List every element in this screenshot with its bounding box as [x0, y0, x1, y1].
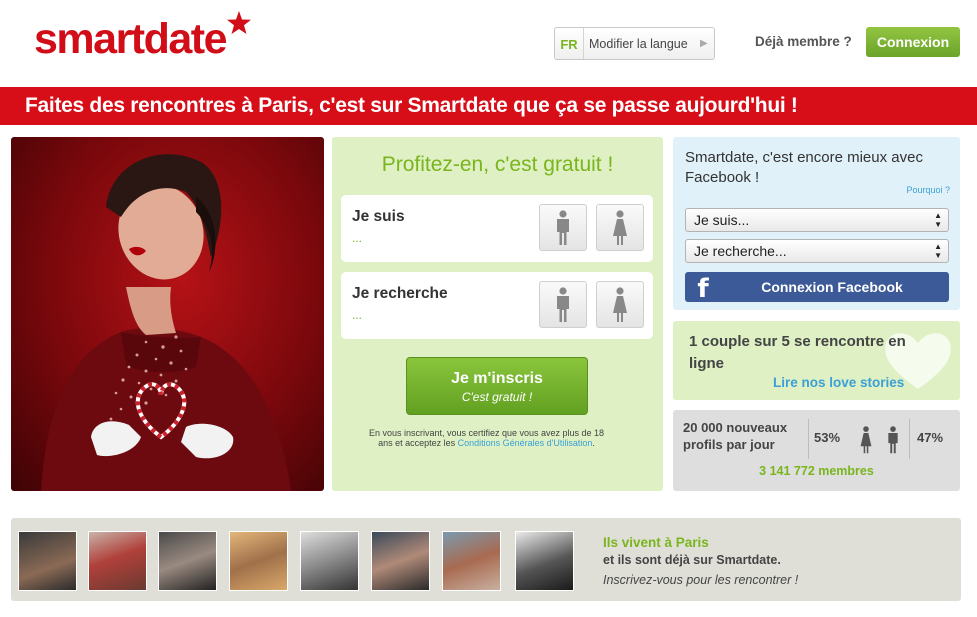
male-percent: 53%	[814, 430, 841, 445]
legal-notice: En vous inscrivant, vous certifiez que v…	[366, 428, 607, 448]
female-percent: 47%	[917, 430, 944, 445]
member-text: Déjà membre ?	[755, 34, 852, 49]
strip-cta[interactable]: Inscrivez-vous pour les rencontrer !	[603, 573, 798, 587]
star-icon	[227, 11, 252, 34]
member-count: 3 141 772 membres	[759, 464, 874, 478]
couple-stat: 1 couple sur 5 se rencontre en ligne	[689, 333, 906, 372]
members-strip: Ils vivent à Paris et ils sont déjà sur …	[11, 518, 961, 601]
member-photo[interactable]	[88, 531, 147, 591]
couple-panel: 1 couple sur 5 se rencontre en ligne Lir…	[673, 321, 960, 400]
i-am-label: Je suis	[352, 208, 405, 225]
i-am-dropdown[interactable]: Je suis... ▲ ▼	[685, 208, 949, 232]
language-label: Modifier la langue	[589, 36, 688, 51]
member-photo[interactable]	[515, 531, 574, 591]
strip-subtitle: et ils sont déjà sur Smartdate.	[603, 553, 781, 567]
language-selector[interactable]: FR Modifier la langue ▶	[554, 27, 715, 60]
language-code: FR	[555, 28, 584, 59]
facebook-connect-button[interactable]: f Connexion Facebook	[685, 272, 949, 302]
updown-arrow-icon: ▲ ▼	[934, 242, 942, 260]
new-profiles-text: 20 000 nouveaux profils par jour	[683, 420, 788, 452]
login-button[interactable]: Connexion	[866, 27, 960, 57]
register-button[interactable]: Je m'inscris C'est gratuit !	[406, 357, 588, 415]
terms-link[interactable]: Conditions Générales d'Utilisation	[458, 438, 593, 448]
signup-panel: Profitez-en, c'est gratuit ! Je suis ...…	[332, 137, 663, 491]
legal-end: .	[592, 438, 595, 448]
male-icon	[888, 426, 898, 454]
page: smartdate FR Modifier la langue ▶ Déjà m…	[0, 0, 977, 617]
divider	[909, 419, 910, 459]
love-stories-link[interactable]: Lire nos love stories	[773, 375, 904, 390]
i-am-selector: Je suis ...	[341, 195, 653, 262]
female-icon	[613, 209, 627, 245]
member-photo[interactable]	[300, 531, 359, 591]
i-am-value: ...	[352, 231, 363, 245]
member-photo[interactable]	[442, 531, 501, 591]
updown-arrow-icon: ▲ ▼	[934, 211, 942, 229]
facebook-title: Smartdate, c'est encore mieux avec Faceb…	[685, 149, 923, 186]
chevron-right-icon: ▶	[700, 38, 708, 49]
female-icon	[613, 286, 627, 322]
woman-illustration	[41, 154, 291, 491]
member-photo[interactable]	[229, 531, 288, 591]
facebook-panel: Smartdate, c'est encore mieux avec Faceb…	[673, 137, 960, 310]
i-am-male-button[interactable]	[539, 204, 587, 251]
looking-for-dropdown-value: Je recherche...	[694, 243, 787, 259]
member-photo[interactable]	[18, 531, 77, 591]
male-icon	[557, 209, 569, 245]
i-am-dropdown-value: Je suis...	[694, 212, 750, 228]
divider	[808, 419, 809, 459]
stats-panel: 20 000 nouveaux profils par jour 53% 47%…	[673, 410, 960, 491]
looking-for-female-button[interactable]	[596, 281, 644, 328]
i-am-female-button[interactable]	[596, 204, 644, 251]
looking-for-label: Je recherche	[352, 285, 448, 302]
hero-photo	[11, 137, 324, 491]
why-link[interactable]: Pourquoi ?	[906, 185, 950, 195]
register-label: Je m'inscris	[451, 370, 543, 387]
looking-for-selector: Je recherche ...	[341, 272, 653, 339]
signup-title: Profitez-en, c'est gratuit !	[381, 153, 614, 176]
logo-text: smartdate	[34, 15, 228, 63]
headline-banner: Faites des rencontres à Paris, c'est sur…	[0, 87, 977, 125]
female-icon	[860, 426, 872, 454]
smartdate-logo[interactable]: smartdate	[34, 11, 252, 64]
looking-for-dropdown[interactable]: Je recherche... ▲ ▼	[685, 239, 949, 263]
member-photo[interactable]	[371, 531, 430, 591]
looking-for-value: ...	[352, 308, 363, 322]
member-photo[interactable]	[158, 531, 217, 591]
strip-title: Ils vivent à Paris	[603, 535, 709, 550]
male-icon	[557, 286, 569, 322]
looking-for-male-button[interactable]	[539, 281, 587, 328]
register-sublabel: C'est gratuit !	[461, 390, 533, 404]
facebook-connect-label: Connexion Facebook	[761, 279, 903, 295]
